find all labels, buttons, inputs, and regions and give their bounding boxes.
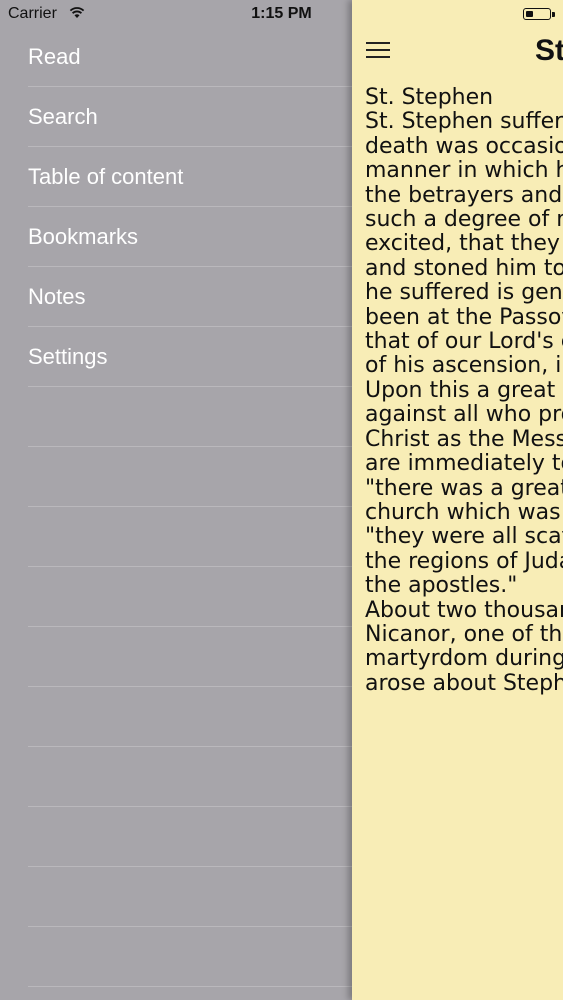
text-line: Christ as the Messiah, or as a prophet. … [365,426,563,452]
text-line: excited, that they cast him out of the c… [365,231,563,257]
empty-row [28,387,352,447]
empty-row [28,447,352,507]
text-line: Nicanor, one of the seven deacons, suffe… [365,621,563,647]
text-line: against all who professed their belief i… [365,402,563,428]
text-line: death was occasioned by the faithful [365,133,563,159]
text-line: the apostles." [365,573,518,599]
menu-item-settings[interactable]: Settings [28,327,352,387]
menu-item-label: Table of content [28,164,184,189]
empty-row [28,507,352,567]
text-line: the betrayers and murderers of Christ. T… [365,182,563,208]
text-line: St. Stephen [365,85,494,110]
text-line: that of our Lord's crucifixion, and to t… [365,329,563,355]
empty-row [28,687,352,747]
status-time: 1:15 PM [251,5,312,22]
text-line: martyrdom during the "tribulation that [365,646,563,672]
battery-level [526,11,533,17]
reader-text: St. StephenSt. Stephen suffered martyrdo… [365,85,563,696]
text-line: been at the Passover which succeeded to [365,304,563,330]
text-line: and stoned him to death. The time when [365,255,563,281]
side-menu: Read Search Table of content Bookmarks N… [0,27,352,1000]
menu-item-label: Search [28,104,98,129]
text-line: About two thousand Christians, with [365,597,563,623]
reader-title: St. Stephen [535,34,563,67]
empty-row [28,807,352,867]
text-line: the regions of Judaea and Samaria, excep… [365,548,563,574]
menu-item-search[interactable]: Search [28,87,352,147]
menu-item-label: Read [28,44,81,69]
text-line: arose about Stephen." [365,670,563,696]
menu-item-label: Bookmarks [28,224,139,249]
text-line: church which was at Jerusalem;" and that [365,499,563,525]
text-line: manner in which he preached the gospel t… [365,158,563,184]
empty-row [28,747,352,807]
text-line: St. Stephen suffered martyrdom, the firs… [365,109,563,135]
text-line: "there was a great persecution against t… [365,475,563,501]
empty-row [28,867,352,927]
text-line: are immediately told by St. Luke, that [365,451,563,477]
text-line: such a degree of madness were they [365,207,563,233]
text-line: he suffered is generally supposed to hav… [365,280,563,306]
text-line: Upon this a great persecution was raised [365,377,563,403]
menu-item-label: Settings [28,344,108,369]
text-line: of his ascension, in the following sprin… [365,353,563,379]
menu-item-label: Notes [28,284,86,309]
menu-item-table-of-content[interactable]: Table of content [28,147,352,207]
status-bar: Carrier 1:15 PM [0,0,563,30]
hamburger-menu-icon[interactable] [366,40,390,60]
menu-item-read[interactable]: Read [28,27,352,87]
reader-panel[interactable]: St. Stephen St. StephenSt. Stephen suffe… [352,0,563,1000]
battery-icon [523,8,555,20]
menu-item-notes[interactable]: Notes [28,267,352,327]
empty-row [28,627,352,687]
empty-row [28,927,352,987]
empty-row [28,567,352,627]
text-line: "they were all scattered abroad througho… [365,524,563,550]
menu-item-bookmarks[interactable]: Bookmarks [28,207,352,267]
